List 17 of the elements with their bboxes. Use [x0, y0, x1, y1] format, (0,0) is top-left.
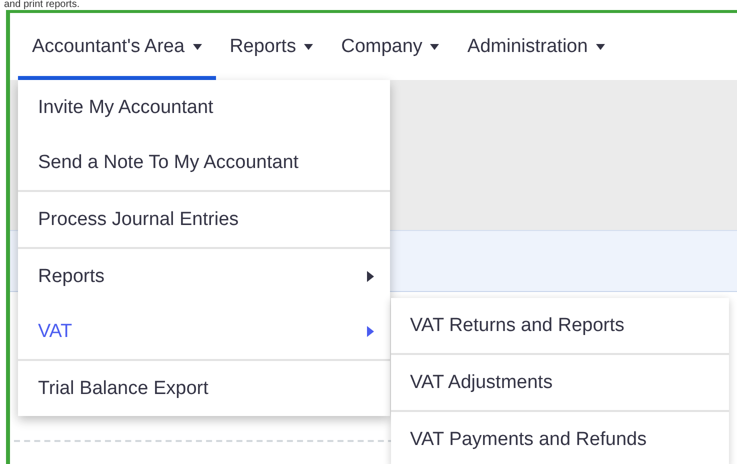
caret-icon	[192, 44, 202, 50]
menu-item[interactable]: Reports	[18, 249, 390, 304]
menu-item[interactable]: Trial Balance Export	[18, 361, 390, 416]
caret-icon	[596, 44, 605, 50]
submenu-item[interactable]: VAT Returns and Reports	[391, 298, 729, 353]
caret-icon	[430, 44, 440, 50]
intro-text: and print reports.	[3, 0, 81, 10]
menu-item[interactable]: Process Journal Entries	[18, 192, 390, 247]
caret-icon	[304, 44, 314, 50]
nav-tab[interactable]: Administration	[453, 13, 619, 80]
nav-tab[interactable]: Company	[327, 13, 454, 80]
menu-item[interactable]: Invite My Accountant	[18, 80, 390, 135]
menu-item[interactable]: Send a Note To My Accountant	[18, 135, 390, 190]
submenu-item[interactable]: VAT Adjustments	[391, 353, 729, 410]
nav-tab[interactable]: Reports	[216, 13, 328, 80]
submenu-item[interactable]: VAT Payments and Refunds	[391, 410, 729, 464]
menu-item[interactable]: VAT	[18, 304, 390, 359]
